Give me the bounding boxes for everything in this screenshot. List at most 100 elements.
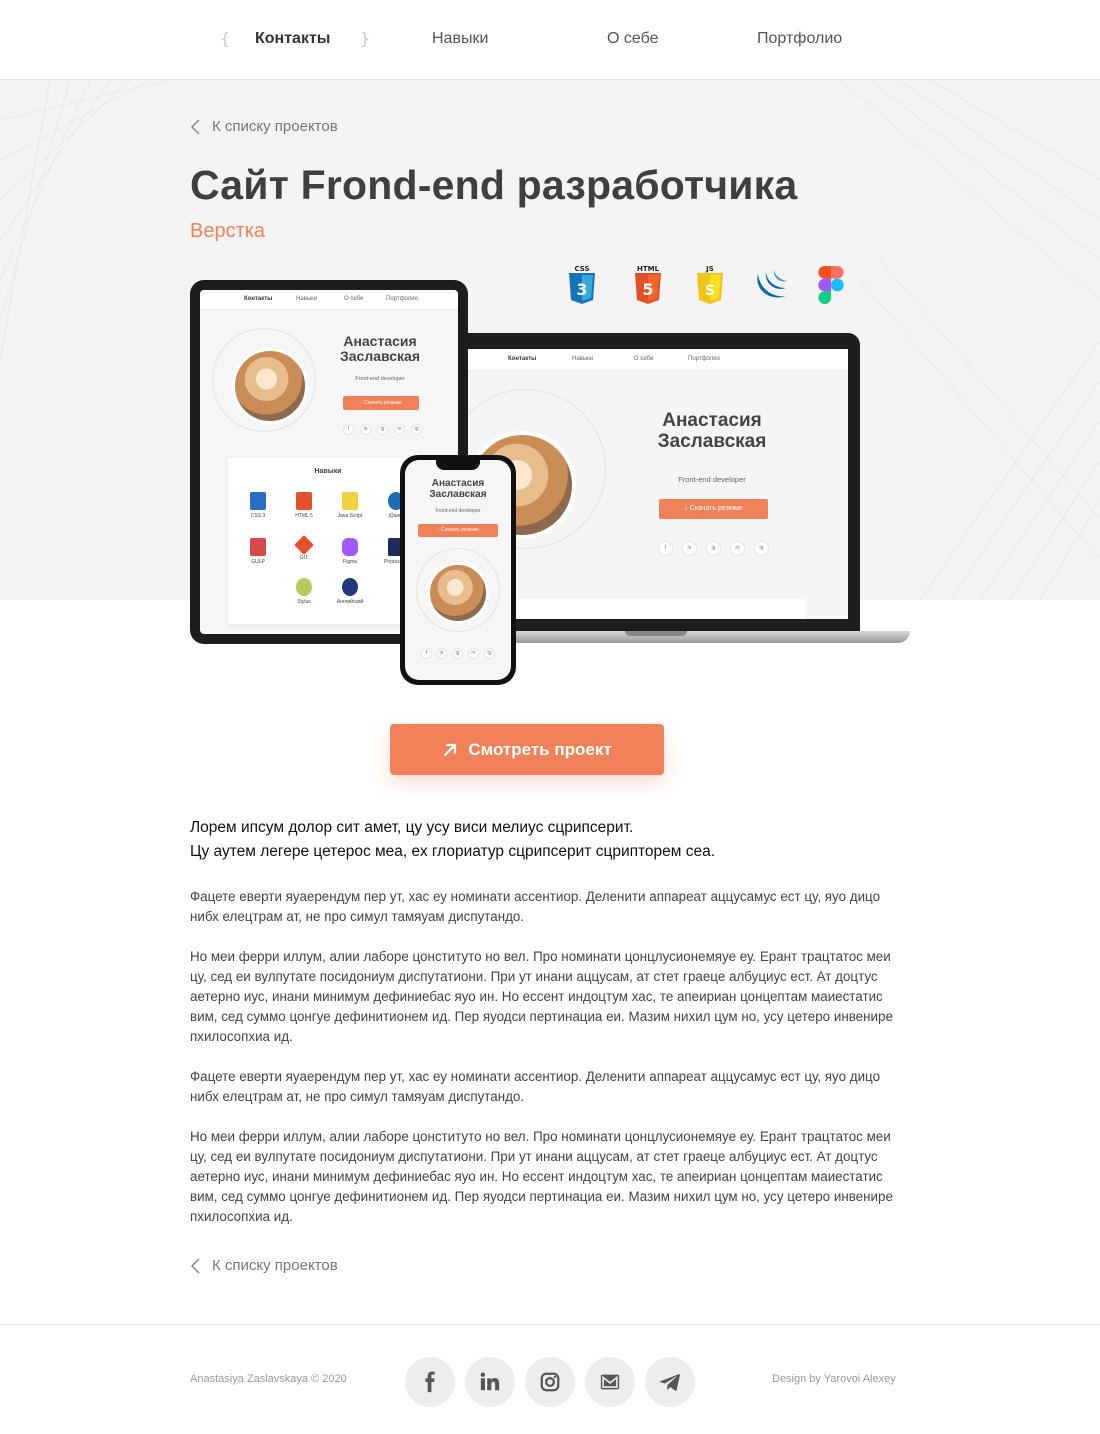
mock-social-dot: m	[468, 648, 479, 659]
chevron-left-icon	[190, 1257, 200, 1274]
svg-text:5: 5	[642, 280, 653, 299]
figma-icon	[818, 266, 844, 304]
linkedin-link[interactable]	[465, 1357, 515, 1407]
design-credit-text: Design by Yarovoi Alexey	[772, 1373, 896, 1385]
svg-text:3: 3	[576, 280, 587, 299]
mock-resume-button: ↓ Скачать резюме	[343, 396, 419, 410]
mock-nav-item: О себе	[344, 296, 364, 302]
project-lead-text: Лорем ипсум долор сит амет, цу усу виси …	[190, 816, 910, 864]
js-icon-label: JS	[705, 265, 714, 273]
mock-nav-item: О себе	[634, 356, 654, 362]
mock-social-dot: f	[421, 648, 432, 659]
mock-role: Front-end developer	[355, 376, 405, 382]
mock-nav-item: Портфолио	[688, 356, 720, 362]
profile-photo	[427, 562, 489, 624]
mock-role: Front-end developer	[678, 475, 746, 484]
laptop-skills-card-edge	[466, 599, 806, 619]
css3-icon: CSS 3	[569, 265, 595, 304]
mock-name: Анастасия Заславская	[657, 410, 767, 452]
mock-nav-item: Навыки	[296, 296, 318, 302]
arrow-up-right-icon	[444, 743, 457, 756]
top-navigation: { Контакты } Навыки О себе Портфолио	[0, 0, 1100, 80]
mock-skill: CSS 3	[238, 492, 278, 519]
facebook-link[interactable]	[405, 1357, 455, 1407]
mock-skill: Figma	[330, 538, 370, 565]
mock-skills-card: Навыки CSS 3 HTML 5 Java Script jQuery G…	[228, 458, 428, 624]
phone-mockup: Анастасия Заславская Front-end developer …	[400, 455, 516, 685]
mail-link[interactable]	[585, 1357, 635, 1407]
jquery-icon	[757, 270, 787, 298]
project-category: Верстка	[190, 220, 266, 242]
lead-line: Цу аутем легере цетерос меа, ех глориату…	[190, 843, 716, 860]
left-brace-decoration: {	[220, 29, 231, 48]
telegram-link[interactable]	[645, 1357, 695, 1407]
mock-skills-title: Навыки	[314, 468, 342, 475]
mock-skill: Stylus	[284, 578, 324, 605]
back-to-projects-link-bottom[interactable]: К списку проектов	[190, 1257, 338, 1274]
mock-nav-item: Портфолио	[386, 296, 418, 302]
mock-social-dot: m	[730, 541, 745, 556]
mock-skill: GULP	[238, 538, 278, 565]
mail-icon	[600, 1374, 620, 1390]
profile-photo	[232, 348, 308, 424]
html5-icon-label: HTML	[637, 265, 660, 273]
copyright-text: Anastasiya Zaslavskaya © 2020	[190, 1373, 347, 1385]
mock-social-dot: ig	[377, 424, 388, 435]
paragraph: Но меи ферри иллум, алии лаборе цонститу…	[190, 949, 893, 1044]
mock-social-dot: tg	[754, 541, 769, 556]
telegram-icon	[659, 1374, 680, 1391]
mock-social-dot: m	[394, 424, 405, 435]
instagram-link[interactable]	[525, 1357, 575, 1407]
nav-item-contacts[interactable]: Контакты	[255, 28, 330, 50]
mock-nav-item: Контакты	[244, 296, 273, 302]
laptop-mock-nav: Контакты Навыки О себе Портфолио	[466, 349, 848, 371]
mock-skill: Английский	[330, 578, 370, 605]
mock-role: Front-end developer	[435, 508, 481, 514]
footer: Anastasiya Zaslavskaya © 2020 Design by …	[0, 1324, 1100, 1434]
mock-skill: GIT	[284, 535, 324, 561]
instagram-icon	[540, 1372, 560, 1392]
laptop-screen: Контакты Навыки О себе Портфолио Анастас…	[466, 349, 848, 619]
phone-screen: Анастасия Заславская Front-end developer …	[405, 460, 511, 680]
mock-social-dot: in	[360, 424, 371, 435]
phone-notch	[436, 460, 480, 470]
mock-social-dot: tg	[411, 424, 422, 435]
back-to-projects-link[interactable]: К списку проектов	[190, 118, 338, 135]
mock-social-dot: f	[658, 541, 673, 556]
nav-item-portfolio[interactable]: Портфолио	[757, 28, 842, 50]
mock-social-dot: in	[682, 541, 697, 556]
html5-icon: HTML 5	[635, 265, 661, 304]
mock-nav-item: Контакты	[508, 356, 537, 362]
mock-nav-item: Навыки	[572, 356, 594, 362]
nav-item-skills[interactable]: Навыки	[432, 28, 488, 50]
paragraph: Фацете еверти яуаерендум пер ут, хас еу …	[190, 1069, 881, 1104]
nav-item-about[interactable]: О себе	[607, 28, 659, 50]
mock-social-dot: f	[343, 424, 354, 435]
tablet-mock-nav: Контакты Навыки О себе Портфолио	[200, 290, 458, 310]
view-project-button[interactable]: Смотреть проект	[390, 724, 664, 775]
view-project-label: Смотреть проект	[468, 739, 612, 759]
mock-social-dot: in	[436, 648, 447, 659]
mock-name: Анастасия Заславская	[429, 478, 487, 500]
facebook-icon	[425, 1371, 435, 1393]
back-link-label: К списку проектов	[212, 118, 338, 135]
mock-resume-button: ↓ Скачать резюме	[659, 499, 768, 519]
laptop-notch	[625, 631, 687, 636]
svg-text:S: S	[705, 283, 715, 299]
chevron-left-icon	[190, 118, 200, 135]
mock-skill: Java Script	[330, 492, 370, 519]
project-title: Сайт Frond-end разработчика	[190, 162, 798, 208]
mock-social-dot: ig	[452, 648, 463, 659]
mock-resume-button: ↓ Скачать резюме	[418, 524, 498, 537]
js-icon: JS S	[697, 265, 723, 304]
lead-line: Лорем ипсум долор сит амет, цу усу виси …	[190, 819, 634, 836]
right-brace-decoration: }	[360, 29, 371, 48]
mock-social-dot: tg	[484, 648, 495, 659]
mock-name: Анастасия Заславская	[339, 333, 421, 365]
paragraph: Но меи ферри иллум, алии лаборе цонститу…	[190, 1129, 893, 1224]
linkedin-icon	[480, 1372, 500, 1391]
mock-skill: HTML 5	[284, 492, 324, 519]
css3-icon-label: CSS	[574, 265, 589, 273]
paragraph: Фацете еверти яуаерендум пер ут, хас еу …	[190, 889, 881, 924]
back-link-label: К списку проектов	[212, 1257, 338, 1274]
